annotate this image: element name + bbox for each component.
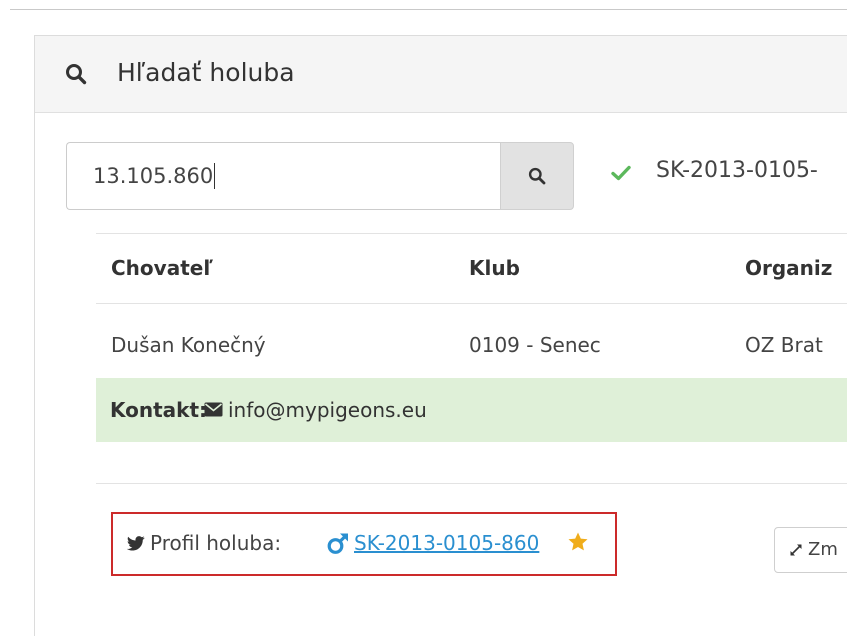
profile-label: Profil holuba: — [150, 531, 282, 555]
pigeon-profile-highlight: Profil holuba: SK-2013-0105-860 — [111, 512, 617, 576]
contact-bar: Kontakt: info@mypigeons.eu — [96, 378, 847, 442]
top-border — [10, 9, 847, 10]
search-button[interactable] — [500, 142, 574, 210]
search-icon — [66, 64, 87, 85]
panel-title: Hľadať holuba — [117, 58, 295, 87]
star-icon — [568, 532, 588, 551]
text-caret — [214, 163, 216, 189]
column-header-breeder: Chovateľ — [111, 256, 213, 280]
cell-organization: OZ Brat — [745, 333, 823, 357]
column-header-organization: Organiz — [745, 256, 833, 280]
cell-breeder: Dušan Konečný — [111, 333, 266, 357]
found-ring-number: SK-2013-0105- — [656, 158, 818, 183]
expand-button[interactable]: Zm — [774, 527, 847, 573]
search-pigeon-panel: Hľadať holuba 13.105.860 SK-2013-0105- C… — [34, 35, 847, 636]
search-input-value: 13.105.860 — [93, 164, 214, 188]
male-icon — [327, 533, 348, 554]
search-icon — [528, 167, 546, 185]
divider — [96, 233, 847, 234]
pigeon-profile-link[interactable]: SK-2013-0105-860 — [354, 529, 539, 557]
expand-icon — [790, 544, 802, 556]
divider — [96, 303, 847, 304]
search-input[interactable]: 13.105.860 — [66, 142, 500, 210]
column-header-club: Klub — [469, 256, 520, 280]
twitter-icon — [127, 536, 145, 551]
contact-email: info@mypigeons.eu — [228, 398, 427, 422]
divider — [96, 483, 847, 484]
contact-label: Kontakt: — [110, 398, 208, 422]
check-icon — [611, 165, 631, 181]
cell-club: 0109 - Senec — [469, 333, 601, 357]
panel-heading: Hľadať holuba — [35, 36, 847, 113]
expand-button-label: Zm — [808, 539, 838, 560]
envelope-icon — [204, 402, 223, 417]
